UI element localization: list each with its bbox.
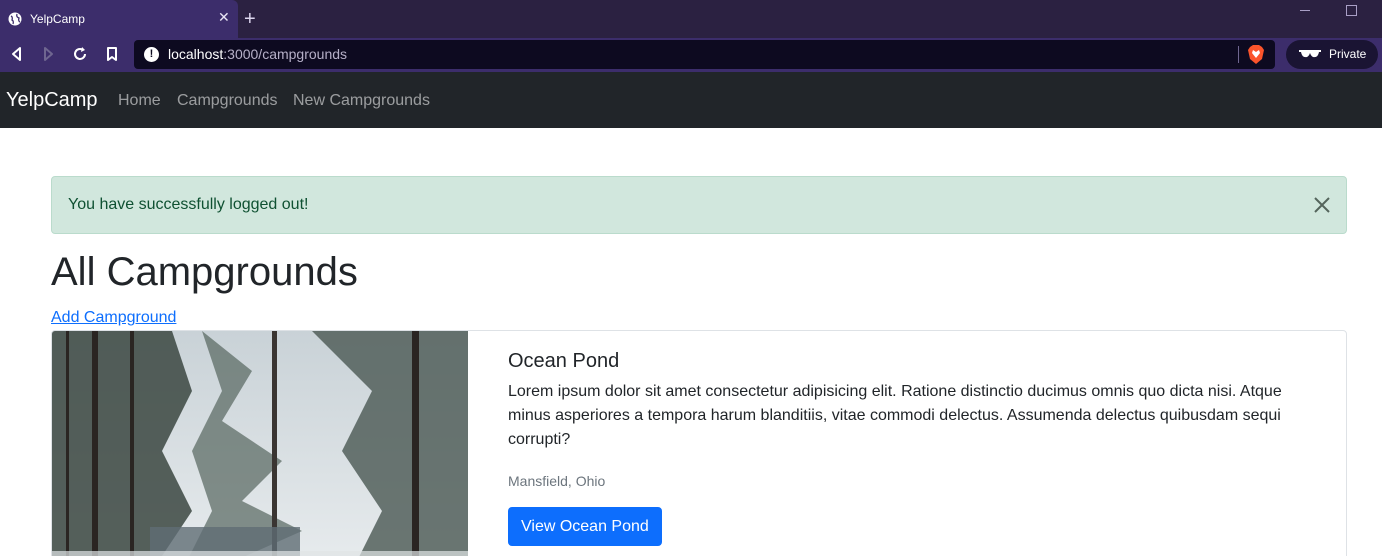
campground-card: Ocean Pond Lorem ipsum dolor sit amet co… [51,330,1347,556]
tab-title: YelpCamp [30,12,85,26]
add-campground-link[interactable]: Add Campground [51,309,176,327]
plus-icon[interactable]: + [244,9,256,29]
campground-location: Mansfield, Ohio [508,473,606,489]
url-host: localhost [168,46,224,62]
browser-toolbar: ! localhost:3000/campgrounds Private [0,38,1382,72]
url-separator [1238,46,1239,63]
glasses-icon [1299,50,1321,58]
back-icon[interactable] [8,45,26,63]
success-alert: You have successfully logged out! [51,176,1347,234]
nav-link-new-campgrounds[interactable]: New Campgrounds [293,92,430,110]
minimize-icon[interactable] [1300,10,1310,11]
url-path: :3000/campgrounds [223,46,348,62]
url-text[interactable]: localhost:3000/campgrounds [168,46,347,62]
forward-icon[interactable] [39,45,57,63]
maximize-icon[interactable] [1346,5,1357,16]
nav-link-campgrounds[interactable]: Campgrounds [177,92,278,110]
private-window-indicator[interactable]: Private [1286,40,1378,69]
navbar-brand[interactable]: YelpCamp [6,89,98,112]
info-icon[interactable]: ! [144,47,159,62]
private-label: Private [1329,47,1367,61]
brave-shield-icon[interactable] [1248,45,1264,64]
browser-tab[interactable]: YelpCamp ✕ [0,0,238,38]
bookmark-icon[interactable] [103,45,121,63]
alert-message: You have successfully logged out! [68,196,309,213]
nav-link-home[interactable]: Home [118,92,161,110]
app-navbar: YelpCamp Home Campgrounds New Campground… [0,72,1382,128]
page-title: All Campgrounds [51,250,358,294]
campground-title: Ocean Pond [508,350,620,372]
address-bar[interactable]: ! localhost:3000/campgrounds [134,40,1275,69]
reload-icon[interactable] [71,45,89,63]
globe-icon [8,12,22,26]
close-icon[interactable] [1312,195,1332,215]
close-icon[interactable]: ✕ [218,10,230,24]
browser-tab-bar: YelpCamp ✕ + [0,0,1382,38]
campground-image [52,331,468,556]
campground-description: Lorem ipsum dolor sit amet consectetur a… [508,383,1282,448]
view-campground-button[interactable]: View Ocean Pond [508,507,662,546]
